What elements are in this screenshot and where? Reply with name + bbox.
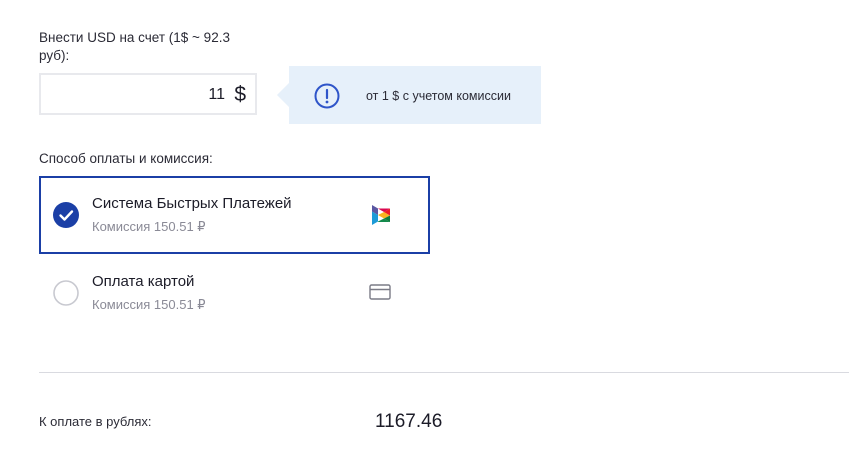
payment-option-fee: Комиссия 150.51 ₽ — [92, 219, 206, 234]
payment-option-title: Система Быстрых Платежей — [92, 195, 292, 212]
payment-option-fee: Комиссия 150.51 ₽ — [92, 297, 206, 312]
amount-field[interactable]: $ — [39, 73, 257, 115]
section-divider — [39, 372, 849, 373]
payment-method-heading: Способ оплаты и комиссия: — [39, 151, 213, 166]
total-label: К оплате в рублях: — [39, 414, 152, 429]
currency-symbol: $ — [234, 83, 246, 106]
payment-option-card[interactable]: Оплата картой Комиссия 150.51 ₽ — [39, 254, 430, 332]
amount-input[interactable] — [49, 81, 225, 109]
payment-option-sbp[interactable]: Система Быстрых Платежей Комиссия 150.51… — [39, 176, 430, 254]
hint-pointer — [277, 83, 289, 107]
radio-unchecked-icon[interactable] — [53, 280, 79, 306]
total-amount: 1167.46 — [375, 411, 443, 432]
credit-card-icon — [369, 284, 391, 300]
sbp-logo-icon — [372, 205, 390, 225]
radio-checked-icon[interactable] — [53, 202, 79, 228]
deposit-amount-label: Внести USD на счет (1$ ~ 92.3 руб): — [39, 30, 230, 63]
info-circle-icon — [314, 83, 340, 109]
hint-text: от 1 $ с учетом комиссии — [366, 89, 511, 103]
payment-option-title: Оплата картой — [92, 273, 195, 290]
